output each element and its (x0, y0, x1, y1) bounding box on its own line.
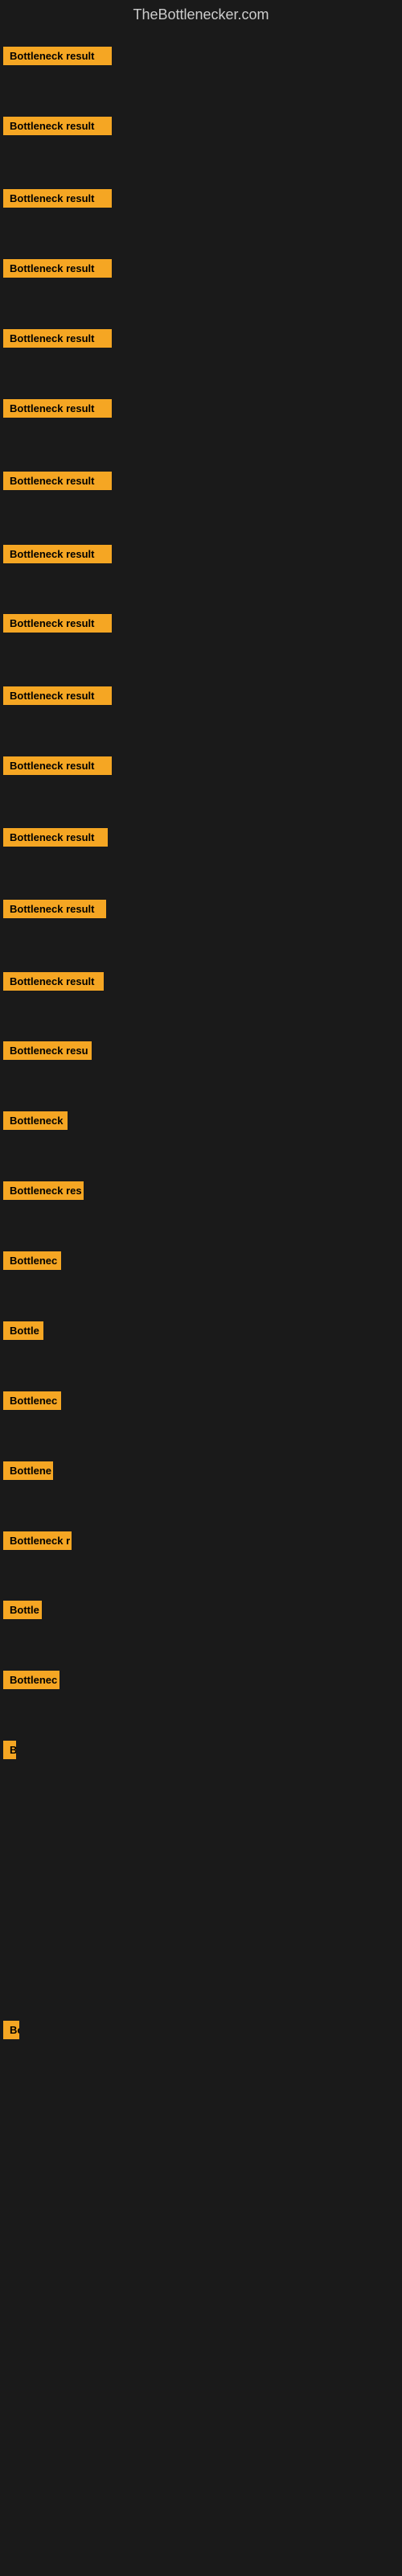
bar-row: Bottlenec (3, 1671, 59, 1693)
bottleneck-bar[interactable]: Bottleneck result (3, 972, 104, 991)
bottleneck-bar[interactable]: Bottlenec (3, 1671, 59, 1689)
bar-row: Bottleneck result (3, 472, 112, 494)
bottleneck-bar[interactable]: Bottleneck result (3, 686, 112, 705)
bar-row: Bottleneck result (3, 47, 112, 69)
bottleneck-bar[interactable]: Bottleneck result (3, 399, 112, 418)
bottleneck-bar[interactable]: Bottleneck result (3, 545, 112, 563)
bottleneck-bar[interactable]: Bottlenec (3, 1251, 61, 1270)
site-title-text: TheBottlenecker.com (133, 6, 269, 23)
bar-row: Bottlenec (3, 1391, 61, 1414)
bar-row: Bottle (3, 1321, 43, 1344)
bottleneck-bar[interactable]: Bottleneck result (3, 259, 112, 278)
bar-row: Bottleneck result (3, 329, 112, 352)
bottleneck-bar[interactable]: Bo (3, 2021, 19, 2039)
bar-row: Bottleneck (3, 1111, 68, 1134)
bar-row: Bottleneck result (3, 545, 112, 567)
bar-row: Bottleneck result (3, 756, 112, 779)
bar-row: Bottleneck result (3, 828, 108, 851)
bar-row: Bottlene (3, 1461, 53, 1484)
bottleneck-bar[interactable]: Bottleneck result (3, 189, 112, 208)
bottleneck-bar[interactable]: Bottlene (3, 1461, 53, 1480)
bottleneck-bar[interactable]: Bottle (3, 1321, 43, 1340)
bar-row: Bottleneck result (3, 614, 112, 637)
bar-row: Bottleneck result (3, 972, 104, 995)
bar-row: Bottle (3, 1601, 42, 1623)
site-title: TheBottlenecker.com (0, 0, 402, 33)
bottleneck-bar[interactable]: Bottleneck res (3, 1181, 84, 1200)
bar-row: Bottleneck result (3, 399, 112, 422)
bar-row: Bo (3, 2021, 19, 2043)
bottleneck-bar[interactable]: Bottle (3, 1601, 42, 1619)
bottleneck-bar[interactable]: Bottleneck resu (3, 1041, 92, 1060)
bottleneck-bar[interactable]: Bottleneck r (3, 1531, 72, 1550)
bottleneck-bar[interactable]: Bottleneck result (3, 756, 112, 775)
bottleneck-bar[interactable]: Bottleneck result (3, 117, 112, 135)
bar-row: B (3, 1741, 16, 1763)
bar-row: Bottleneck result (3, 189, 112, 212)
bar-row: Bottleneck result (3, 259, 112, 282)
bottleneck-bar[interactable]: Bottleneck result (3, 614, 112, 633)
bottleneck-bar[interactable]: Bottleneck result (3, 900, 106, 918)
bar-row: Bottleneck r (3, 1531, 72, 1554)
bottleneck-bar[interactable]: B (3, 1741, 16, 1759)
bar-row: Bottleneck result (3, 117, 112, 139)
bar-row: Bottleneck resu (3, 1041, 92, 1064)
bottleneck-bar[interactable]: Bottleneck (3, 1111, 68, 1130)
bar-row: Bottlenec (3, 1251, 61, 1274)
bar-row: Bottleneck res (3, 1181, 84, 1204)
bottleneck-bar[interactable]: Bottleneck result (3, 47, 112, 65)
bottleneck-bar[interactable]: Bottlenec (3, 1391, 61, 1410)
bar-row: Bottleneck result (3, 686, 112, 709)
bottleneck-bar[interactable]: Bottleneck result (3, 329, 112, 348)
bottleneck-bar[interactable]: Bottleneck result (3, 472, 112, 490)
bar-row: Bottleneck result (3, 900, 106, 922)
bottleneck-bar[interactable]: Bottleneck result (3, 828, 108, 847)
